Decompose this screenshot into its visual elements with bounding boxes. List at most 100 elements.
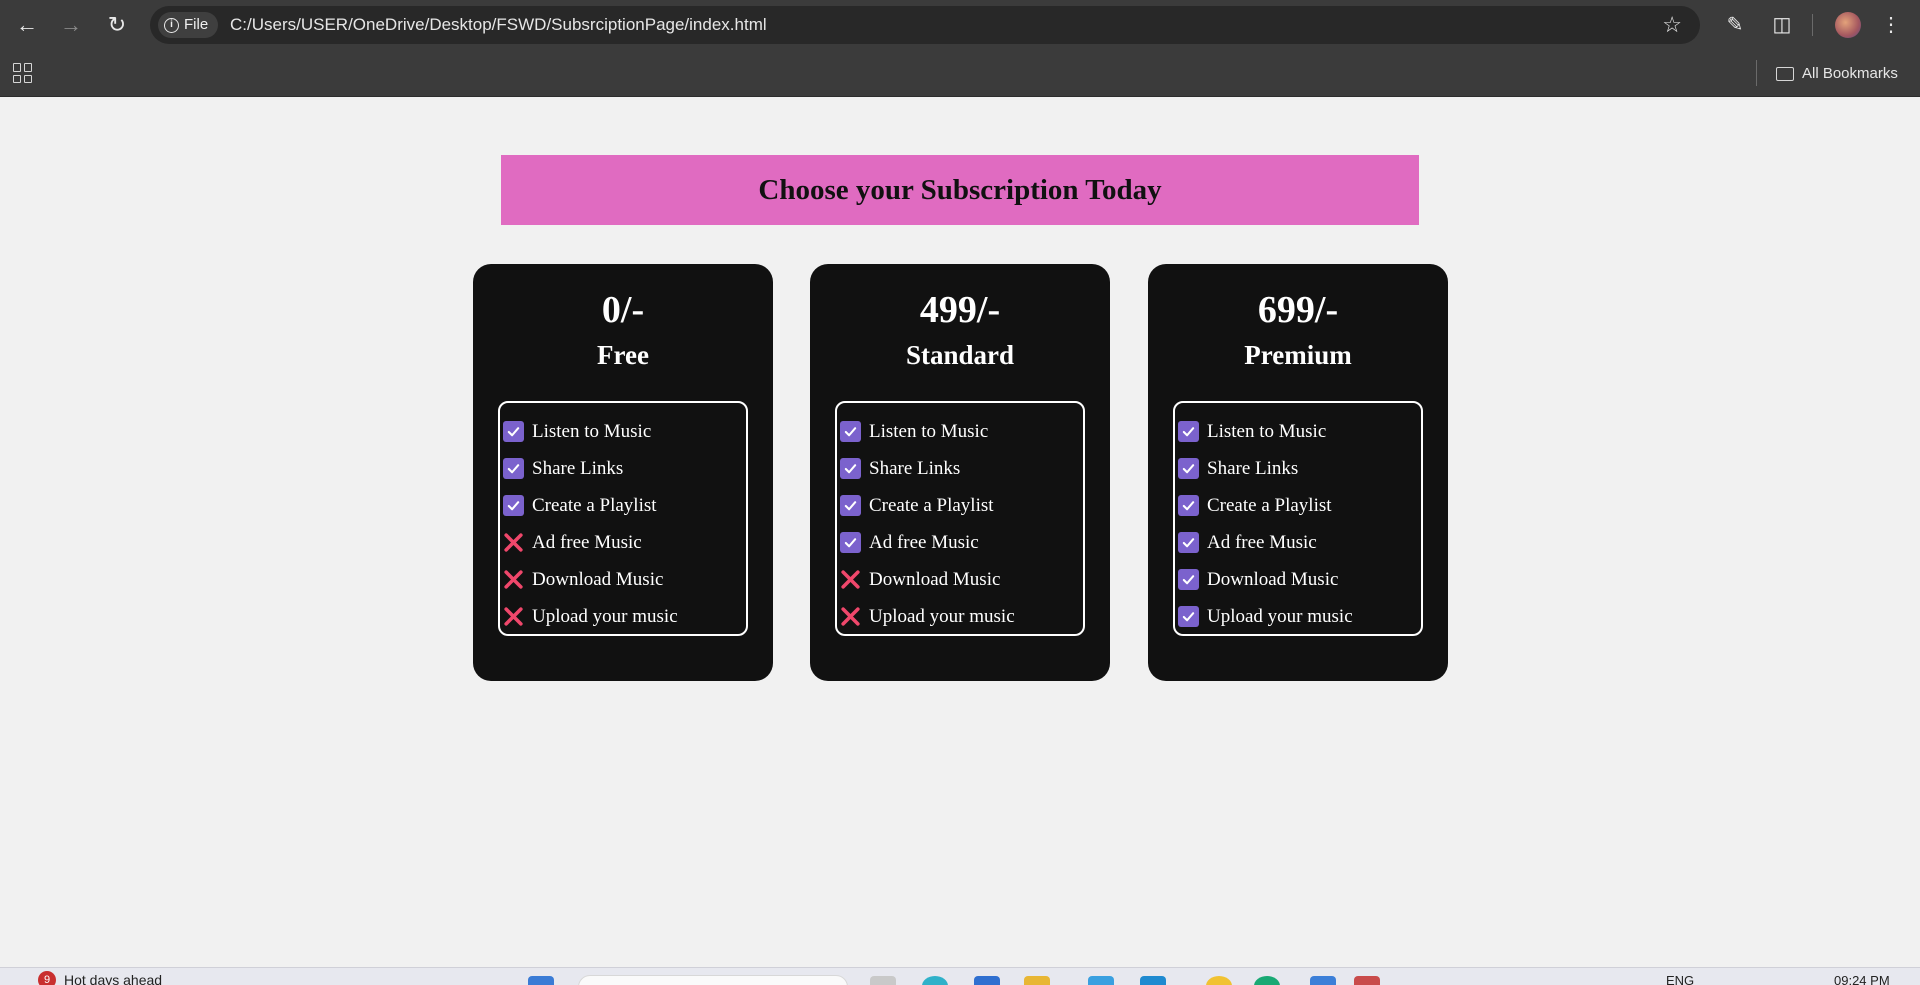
toolbar-divider xyxy=(1812,14,1813,36)
feature-label: Listen to Music xyxy=(532,420,652,442)
eyedropper-icon[interactable]: ✎ xyxy=(1720,10,1750,40)
checkmark-icon xyxy=(1178,606,1199,627)
feature-item: Listen to Music xyxy=(1175,413,1421,450)
cross-icon xyxy=(840,569,861,590)
feature-list: Listen to Music Share Links Create a Playl… xyxy=(1173,401,1423,636)
all-bookmarks-button[interactable]: All Bookmarks xyxy=(1776,50,1898,97)
back-arrow-icon[interactable]: ← xyxy=(12,10,42,40)
feature-label: Share Links xyxy=(869,457,961,479)
feature-item: Create a Playlist xyxy=(1175,487,1421,524)
feature-item: Listen to Music xyxy=(837,413,1083,450)
clock[interactable]: 09:24 PM xyxy=(1834,973,1890,985)
task-view-icon[interactable] xyxy=(870,976,896,985)
feature-list: Listen to Music Share Links Create a Playl… xyxy=(498,401,748,636)
checkmark-icon xyxy=(503,458,524,479)
weather-widget[interactable]: 9 Hot days ahead xyxy=(38,971,162,985)
mail-icon[interactable] xyxy=(1088,976,1114,985)
feature-item: Share Links xyxy=(1175,450,1421,487)
feature-label: Download Music xyxy=(1207,568,1339,590)
all-bookmarks-label: All Bookmarks xyxy=(1802,65,1898,82)
feature-item: Ad free Music xyxy=(500,524,746,561)
file-explorer-icon[interactable] xyxy=(1024,976,1050,985)
checkmark-icon xyxy=(840,532,861,553)
browser-toolbar: ← → ↻ i File C:/Users/USER/OneDrive/Desk… xyxy=(0,0,1920,50)
feature-item: Download Music xyxy=(500,561,746,598)
feature-label: Upload your music xyxy=(869,605,1015,627)
feature-label: Listen to Music xyxy=(1207,420,1327,442)
checkmark-icon xyxy=(1178,495,1199,516)
checkmark-icon xyxy=(840,495,861,516)
feature-label: Download Music xyxy=(869,568,1001,590)
feature-label: Upload your music xyxy=(1207,605,1353,627)
language-indicator[interactable]: ENG xyxy=(1666,973,1694,985)
feature-item: Create a Playlist xyxy=(837,487,1083,524)
checkmark-icon xyxy=(1178,569,1199,590)
bookmarks-bar: All Bookmarks xyxy=(0,50,1920,97)
feature-item: Download Music xyxy=(1175,561,1421,598)
extensions-icon[interactable]: ◫ xyxy=(1767,10,1797,40)
cross-icon xyxy=(503,606,524,627)
plan-card-premium: 699/- Premium Listen to Music Share Links… xyxy=(1148,264,1448,681)
site-info-chip[interactable]: i File xyxy=(158,12,219,38)
bookmark-star-icon[interactable]: ☆ xyxy=(1662,6,1682,44)
plan-card-free: 0/- Free Listen to Music Share Links Creat… xyxy=(473,264,773,681)
reload-icon[interactable]: ↻ xyxy=(102,10,132,40)
plan-name: Premium xyxy=(1244,340,1352,370)
feature-item: Share Links xyxy=(837,450,1083,487)
forward-arrow-icon[interactable]: → xyxy=(56,10,86,40)
plan-name: Standard xyxy=(905,340,1015,370)
start-icon[interactable] xyxy=(528,976,554,985)
plan-price: 0/- xyxy=(601,289,645,331)
feature-item: Upload your music xyxy=(1175,598,1421,635)
url-text[interactable]: C:/Users/USER/OneDrive/Desktop/FSWD/Subs… xyxy=(230,6,767,44)
weather-text: Hot days ahead xyxy=(64,972,163,985)
feature-item: Upload your music xyxy=(837,598,1083,635)
checkmark-icon xyxy=(840,458,861,479)
feature-item: Ad free Music xyxy=(1175,524,1421,561)
feature-label: Ad free Music xyxy=(532,531,642,553)
folder-icon xyxy=(1776,66,1794,81)
chrome-canary-icon[interactable] xyxy=(1206,976,1232,985)
plan-price: 499/- xyxy=(919,289,1001,331)
feature-label: Download Music xyxy=(532,568,664,590)
checkmark-icon xyxy=(1178,458,1199,479)
taskbar-search[interactable] xyxy=(578,975,848,985)
bookmarks-divider xyxy=(1756,60,1757,86)
plan-card-standard: 499/- Standard Listen to Music Share Link… xyxy=(810,264,1110,681)
feature-item: Download Music xyxy=(837,561,1083,598)
profile-avatar[interactable] xyxy=(1835,12,1861,38)
feature-label: Ad free Music xyxy=(1207,531,1317,553)
feature-list: Listen to Music Share Links Create a Playl… xyxy=(835,401,1085,636)
feature-label: Ad free Music xyxy=(869,531,979,553)
feature-item: Share Links xyxy=(500,450,746,487)
cross-icon xyxy=(840,606,861,627)
checkmark-icon xyxy=(1178,421,1199,442)
chrome-icon[interactable] xyxy=(1354,976,1380,985)
feature-item: Listen to Music xyxy=(500,413,746,450)
feature-label: Share Links xyxy=(1207,457,1299,479)
app-icon[interactable] xyxy=(1310,976,1336,985)
apps-grid-icon[interactable] xyxy=(13,63,33,83)
checkmark-icon xyxy=(503,421,524,442)
checkmark-icon xyxy=(503,495,524,516)
feature-label: Create a Playlist xyxy=(869,494,994,516)
feature-item: Upload your music xyxy=(500,598,746,635)
feature-label: Share Links xyxy=(532,457,624,479)
feature-item: Create a Playlist xyxy=(500,487,746,524)
vscode-icon[interactable] xyxy=(1140,976,1166,985)
more-menu-icon[interactable]: ⋮ xyxy=(1876,10,1906,40)
store-icon[interactable] xyxy=(974,976,1000,985)
feature-label: Create a Playlist xyxy=(1207,494,1332,516)
edge-icon[interactable] xyxy=(922,976,948,985)
feature-label: Listen to Music xyxy=(869,420,989,442)
checkmark-icon xyxy=(1178,532,1199,553)
feature-item: Ad free Music xyxy=(837,524,1083,561)
os-taskbar: 9 Hot days ahead ENG 09:24 PM xyxy=(0,967,1920,985)
address-bar[interactable]: i File C:/Users/USER/OneDrive/Desktop/FS… xyxy=(150,6,1700,44)
page-title-banner: Choose your Subscription Today xyxy=(501,155,1419,225)
cross-icon xyxy=(503,569,524,590)
whatsapp-icon[interactable] xyxy=(1254,976,1280,985)
info-icon: i xyxy=(164,17,179,33)
plan-price: 699/- xyxy=(1257,289,1339,331)
weather-badge: 9 xyxy=(38,971,56,985)
